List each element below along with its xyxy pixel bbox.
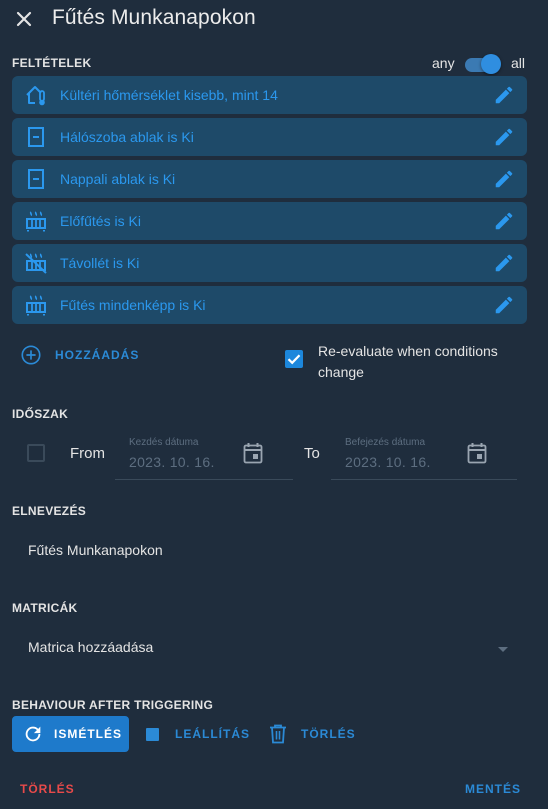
radiator-icon: [26, 211, 46, 232]
period-checkbox[interactable]: [27, 444, 45, 462]
window-closed-icon: [28, 127, 44, 147]
stop-icon: [146, 727, 159, 741]
repeat-button[interactable]: ISMÉTLÉS: [12, 716, 129, 752]
trash-icon: [270, 724, 286, 744]
tag-select-value: Matrica hozzáadása: [28, 639, 154, 655]
end-date-value: 2023. 10. 16.: [345, 454, 431, 470]
start-date-placeholder: Kezdés dátuma: [129, 437, 199, 448]
from-label: From: [70, 445, 105, 462]
pencil-icon[interactable]: [493, 84, 515, 106]
condition-label: Fűtés mindenképp is Ki: [60, 297, 206, 313]
end-date-placeholder: Befejezés dátuma: [345, 437, 426, 448]
end-date-field[interactable]: Befejezés dátuma 2023. 10. 16.: [331, 430, 517, 480]
match-mode-toggle[interactable]: [465, 54, 501, 74]
save-button[interactable]: MENTÉS: [465, 782, 521, 796]
toggle-knob: [481, 54, 501, 74]
start-date-value: 2023. 10. 16.: [129, 454, 215, 470]
calendar-icon[interactable]: [467, 442, 487, 464]
start-date-field[interactable]: Kezdés dátuma 2023. 10. 16.: [115, 430, 293, 480]
refresh-icon: [25, 726, 41, 742]
stop-button[interactable]: LEÁLLÍTÁS: [146, 722, 250, 746]
match-all-label: all: [511, 55, 526, 71]
condition-label: Nappali ablak is Ki: [60, 171, 176, 187]
condition-card[interactable]: Előfűtés is Ki: [12, 202, 527, 240]
plus-circle-icon: [21, 345, 41, 365]
radiator-icon: [26, 295, 46, 316]
stop-label: LEÁLLÍTÁS: [175, 727, 250, 741]
repeat-label: ISMÉTLÉS: [54, 727, 123, 741]
condition-label: Hálószoba ablak is Ki: [60, 129, 194, 145]
condition-card[interactable]: Távollét is Ki: [12, 244, 527, 282]
check-icon: [287, 354, 301, 365]
condition-label: Előfűtés is Ki: [60, 213, 141, 229]
add-condition-button[interactable]: HOZZÁADÁS: [20, 343, 139, 367]
condition-card[interactable]: Kültéri hőmérséklet kisebb, mint 14: [12, 76, 527, 114]
match-any-label: any: [432, 55, 455, 71]
tag-select[interactable]: Matrica hozzáadása: [12, 628, 527, 668]
delete-behaviour-label: TÖRLÉS: [301, 727, 356, 741]
condition-card[interactable]: Hálószoba ablak is Ki: [12, 118, 527, 156]
conditions-section-label: FELTÉTELEK: [12, 56, 92, 70]
chevron-down-icon: [498, 647, 508, 652]
behaviour-section-label: BEHAVIOUR AFTER TRIGGERING: [12, 698, 214, 712]
radiator-disabled-icon: [25, 253, 47, 274]
close-icon[interactable]: [14, 9, 34, 29]
condition-label: Kültéri hőmérséklet kisebb, mint 14: [60, 87, 278, 103]
name-section-label: ELNEVEZÉS: [12, 504, 87, 518]
tags-section-label: MATRICÁK: [12, 601, 78, 615]
reevaluate-checkbox[interactable]: [285, 350, 303, 368]
to-label: To: [304, 445, 320, 462]
period-section-label: IDŐSZAK: [12, 407, 69, 421]
pencil-icon[interactable]: [493, 210, 515, 232]
page-title: Fűtés Munkanapokon: [52, 6, 256, 29]
window-closed-icon: [28, 169, 44, 189]
pencil-icon[interactable]: [493, 294, 515, 316]
condition-card[interactable]: Fűtés mindenképp is Ki: [12, 286, 527, 324]
delete-button[interactable]: TÖRLÉS: [20, 782, 75, 796]
delete-behaviour-button[interactable]: TÖRLÉS: [268, 722, 356, 746]
pencil-icon[interactable]: [493, 126, 515, 148]
home-thermometer-icon: [26, 86, 45, 106]
condition-card[interactable]: Nappali ablak is Ki: [12, 160, 527, 198]
reevaluate-label: Re-evaluate when conditions change: [318, 343, 498, 380]
calendar-icon[interactable]: [243, 442, 263, 464]
condition-label: Távollét is Ki: [60, 255, 140, 271]
pencil-icon[interactable]: [493, 252, 515, 274]
pencil-icon[interactable]: [493, 168, 515, 190]
name-field[interactable]: Fűtés Munkanapokon: [28, 542, 163, 558]
add-condition-label: HOZZÁADÁS: [55, 348, 140, 362]
